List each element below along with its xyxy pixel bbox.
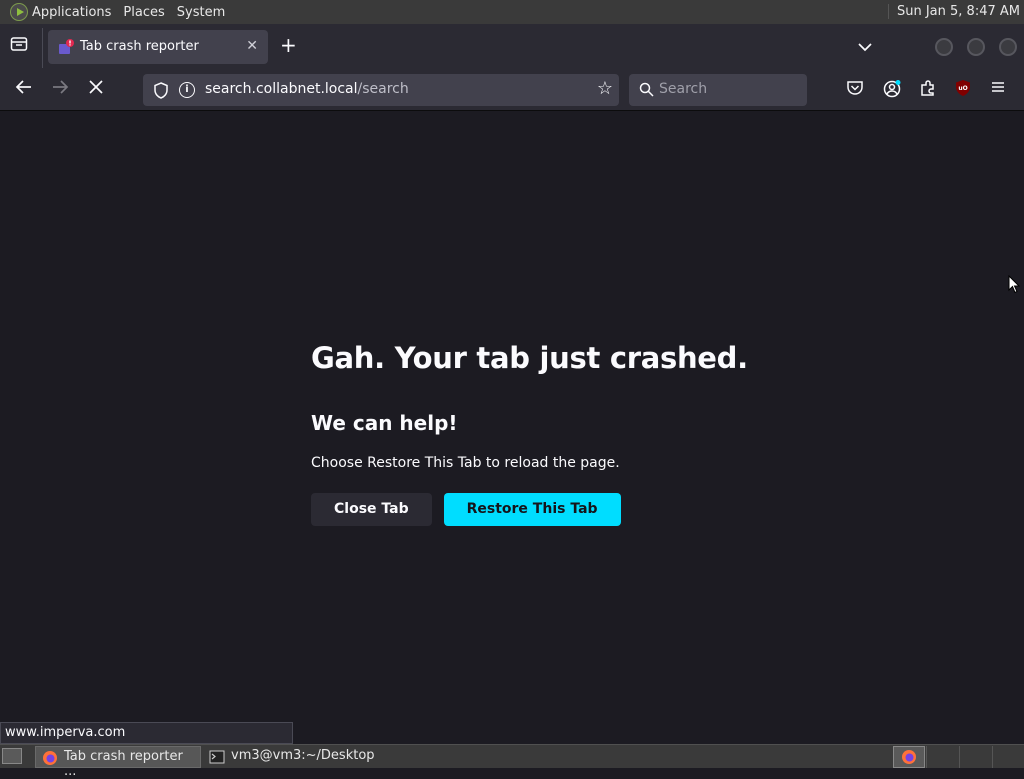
crash-title: Gah. Your tab just crashed.: [311, 341, 748, 375]
site-info-icon[interactable]: i: [179, 82, 195, 98]
ublock-origin-button[interactable]: uO: [954, 79, 976, 101]
firefox-view-button[interactable]: [8, 36, 30, 58]
account-button[interactable]: [882, 79, 904, 101]
workspace-4[interactable]: [992, 746, 1024, 768]
forward-button[interactable]: [49, 79, 71, 101]
back-button[interactable]: [13, 79, 35, 101]
tab-crash-reporter[interactable]: Tab crash reporter ✕: [48, 30, 268, 64]
search-bar[interactable]: Search: [629, 74, 807, 106]
workspace-1[interactable]: [893, 746, 925, 768]
tracking-protection-shield-icon[interactable]: [153, 82, 169, 99]
navigation-toolbar: i search.collabnet.local/search ☆ Search…: [0, 69, 1024, 111]
taskbar-item-label: Tab crash reporter ...: [64, 749, 183, 779]
show-desktop-button[interactable]: [2, 748, 22, 764]
url-text[interactable]: search.collabnet.local/search: [205, 81, 409, 97]
list-all-tabs-button[interactable]: [858, 37, 872, 56]
forward-arrow-icon: [53, 80, 69, 94]
crash-button-row: Close Tab Restore This Tab: [311, 493, 791, 526]
tab-separator: [42, 28, 43, 68]
tab-title: Tab crash reporter: [80, 39, 199, 54]
tab-close-icon[interactable]: ✕: [246, 38, 258, 54]
taskbar-item-label: vm3@vm3:~/Desktop: [231, 748, 375, 763]
bookmark-star-icon[interactable]: ☆: [597, 78, 613, 99]
puzzle-piece-icon: [921, 80, 934, 96]
places-menu[interactable]: Places: [123, 5, 172, 20]
tab-strip: Tab crash reporter ✕ +: [0, 24, 1024, 69]
system-panel: Applications Places System Sun Jan 5, 8:…: [0, 0, 1024, 24]
url-path: /search: [357, 81, 409, 97]
new-tab-button[interactable]: +: [280, 35, 297, 55]
firefox-view-icon: [10, 37, 28, 51]
taskbar-item-terminal[interactable]: vm3@vm3:~/Desktop: [203, 746, 403, 768]
terminal-icon: [209, 750, 225, 764]
chevron-down-icon: [858, 43, 872, 52]
url-bar[interactable]: i search.collabnet.local/search ☆: [143, 74, 619, 106]
clock[interactable]: Sun Jan 5, 8:47 AM: [887, 4, 1020, 19]
ublock-shield-icon: uO: [956, 80, 970, 96]
mouse-cursor-icon: [1008, 275, 1020, 294]
workspace-2[interactable]: [926, 746, 958, 768]
app-menu-button[interactable]: [990, 79, 1012, 101]
system-menu[interactable]: System: [177, 5, 233, 20]
restore-tab-button[interactable]: Restore This Tab: [443, 493, 621, 526]
page-content: Gah. Your tab just crashed. We can help!…: [0, 111, 1024, 743]
account-icon: [883, 80, 901, 98]
stop-x-icon: [89, 80, 103, 94]
close-window-button[interactable]: [999, 38, 1017, 56]
pocket-icon: [847, 81, 863, 95]
pocket-button[interactable]: [846, 79, 868, 101]
distro-logo-icon[interactable]: [10, 3, 28, 21]
minimize-button[interactable]: [935, 38, 953, 56]
extensions-button[interactable]: [919, 79, 941, 101]
hamburger-menu-icon: [992, 82, 1004, 92]
taskbar-item-firefox[interactable]: Tab crash reporter ...: [35, 746, 201, 779]
crash-instructions: Choose Restore This Tab to reload the pa…: [311, 455, 620, 471]
svg-text:uO: uO: [958, 85, 967, 92]
url-host: search.collabnet.local: [205, 81, 358, 97]
crash-tab-icon: [59, 39, 74, 54]
search-icon: [639, 82, 654, 97]
stop-button[interactable]: [85, 79, 107, 101]
back-arrow-icon: [15, 80, 31, 94]
close-tab-button[interactable]: Close Tab: [311, 493, 432, 526]
applications-menu[interactable]: Applications: [32, 5, 119, 20]
firefox-icon: [43, 751, 57, 765]
crash-message-panel: Gah. Your tab just crashed. We can help!…: [311, 341, 791, 526]
workspace-3[interactable]: [959, 746, 991, 768]
status-panel: www.imperva.com: [0, 722, 293, 744]
crash-subtitle: We can help!: [311, 411, 458, 435]
search-placeholder: Search: [659, 81, 708, 97]
maximize-button[interactable]: [967, 38, 985, 56]
bottom-taskbar: Tab crash reporter ... vm3@vm3:~/Desktop: [0, 744, 1024, 779]
firefox-icon: [902, 750, 916, 764]
